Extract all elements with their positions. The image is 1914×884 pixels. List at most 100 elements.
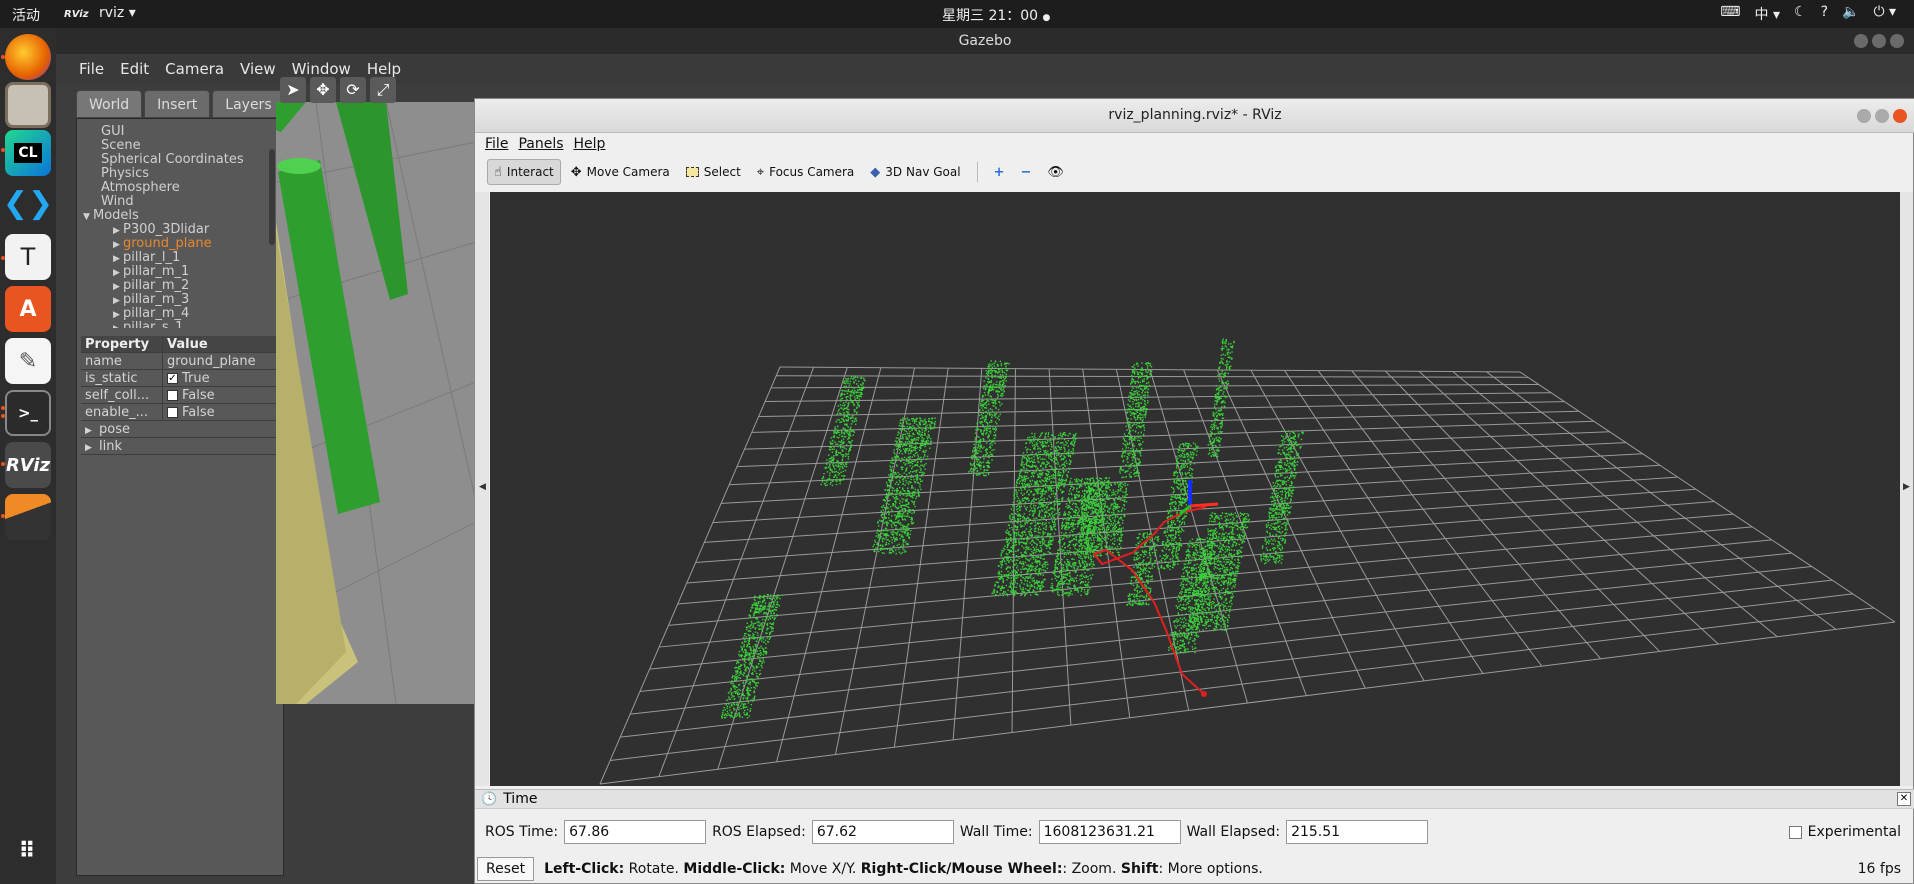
show-applications-icon[interactable]: ⠿ — [5, 828, 51, 874]
expand-closed-icon[interactable]: ▶ — [113, 294, 123, 308]
tab-insert[interactable]: Insert — [144, 90, 211, 118]
tree-item-selected[interactable]: ▶ ground_plane — [83, 237, 263, 251]
close-icon[interactable] — [1890, 34, 1904, 48]
property-row[interactable]: name ground_plane — [81, 353, 277, 370]
expand-open-icon[interactable]: ▼ — [83, 210, 93, 224]
experimental-checkbox[interactable] — [1788, 825, 1802, 839]
tree-scrollbar[interactable] — [269, 149, 275, 245]
property-group-link[interactable]: ▶ link — [81, 438, 277, 455]
property-row[interactable]: self_coll... False — [81, 387, 277, 404]
menu-file[interactable]: File — [485, 136, 508, 152]
ros-elapsed-field[interactable]: 67.62 — [811, 820, 954, 844]
expand-closed-icon[interactable]: ▶ — [113, 308, 123, 322]
right-dock-handle[interactable]: ▶ — [1899, 192, 1913, 786]
wall-elapsed-field[interactable]: 215.51 — [1286, 820, 1429, 844]
expand-closed-icon[interactable]: ▶ — [113, 280, 123, 294]
volume-icon[interactable]: 🔈 — [1842, 4, 1859, 24]
move-camera-button[interactable]: ✥ Move Camera — [565, 159, 676, 185]
wall-time-field[interactable]: 1608123631.21 — [1038, 820, 1181, 844]
add-tool-button[interactable]: + — [988, 159, 1011, 185]
tool-visibility-button[interactable]: 👁 — [1041, 159, 1070, 185]
tab-world[interactable]: World — [76, 90, 143, 118]
keyboard-icon[interactable]: ⌨ — [1720, 4, 1740, 24]
tree-item[interactable]: Spherical Coordinates — [83, 153, 263, 167]
tree-item-models[interactable]: ▼ Models — [83, 209, 263, 223]
tab-layers[interactable]: Layers — [212, 90, 285, 118]
nav-goal-button[interactable]: ◆ 3D Nav Goal — [864, 159, 966, 185]
activities-button[interactable]: 活动 — [12, 5, 40, 25]
focus-camera-button[interactable]: ⌖ Focus Camera — [751, 159, 861, 185]
power-icon[interactable]: ⏻ ▾ — [1873, 4, 1896, 24]
expand-closed-icon[interactable]: ▶ — [85, 440, 99, 457]
point-cloud-cluster — [872, 417, 937, 555]
checkbox-checked[interactable]: ✓ — [167, 372, 178, 384]
property-value: False — [182, 387, 215, 403]
rviz-icon[interactable]: RViz — [5, 442, 51, 488]
rviz-3d-view[interactable] — [490, 192, 1900, 786]
software-center-icon[interactable]: A — [5, 286, 51, 332]
tree-item[interactable]: Wind — [83, 195, 263, 209]
checkbox-unchecked[interactable] — [167, 406, 178, 418]
typora-icon[interactable]: T — [5, 234, 51, 280]
translate-icon[interactable]: ✥ — [310, 77, 336, 103]
left-dock-handle[interactable]: ◀ — [475, 192, 489, 786]
app-menu[interactable]: RViz rviz ▾ — [64, 5, 136, 21]
property-group-pose[interactable]: ▶ pose — [81, 421, 277, 438]
scale-icon[interactable]: ⤢ — [370, 77, 396, 103]
nav-goal-icon: ◆ — [870, 164, 881, 180]
experimental-toggle[interactable]: Experimental — [1788, 824, 1901, 840]
menu-view[interactable]: View — [240, 60, 276, 78]
tree-item[interactable]: ▶ pillar_m_3 — [83, 293, 263, 307]
expand-closed-icon[interactable]: ▶ — [113, 224, 123, 238]
terminal-icon[interactable]: >_ — [5, 390, 51, 436]
tree-item[interactable]: ▶ pillar_m_4 — [83, 307, 263, 321]
maximize-icon[interactable] — [1875, 109, 1889, 123]
minimize-icon[interactable] — [1854, 34, 1868, 48]
input-method-indicator[interactable]: 中 ▾ — [1755, 4, 1780, 24]
gazebo-3d-viewport[interactable] — [276, 102, 476, 704]
tree-item[interactable]: Atmosphere — [83, 181, 263, 195]
close-icon[interactable]: ✕ — [1897, 792, 1911, 806]
tree-item[interactable]: Physics — [83, 167, 263, 181]
vscode-icon[interactable]: ❮❯ — [3, 180, 53, 226]
menu-file[interactable]: File — [79, 60, 104, 78]
expand-closed-icon[interactable]: ▶ — [113, 266, 123, 280]
reset-button[interactable]: Reset — [477, 857, 535, 881]
checkbox-unchecked[interactable] — [167, 389, 178, 401]
tree-item[interactable]: ▶ pillar_l_1 — [83, 251, 263, 265]
tree-item[interactable]: GUI — [83, 125, 263, 139]
select-button[interactable]: Select — [680, 159, 747, 185]
interact-button[interactable]: ☝ Interact — [487, 159, 561, 185]
expand-closed-icon[interactable]: ▶ — [113, 238, 123, 252]
close-icon[interactable] — [1893, 109, 1907, 123]
clion-icon[interactable]: CL — [5, 130, 51, 176]
tree-item[interactable]: ▶ pillar_m_2 — [83, 279, 263, 293]
text-editor-icon[interactable]: ✎ — [5, 338, 51, 384]
property-value-cell: ✓ True — [163, 370, 277, 386]
ros-time-field[interactable]: 67.86 — [564, 820, 707, 844]
menu-edit[interactable]: Edit — [120, 60, 149, 78]
property-row[interactable]: is_static ✓ True — [81, 370, 277, 387]
menu-help[interactable]: Help — [574, 136, 606, 152]
remove-tool-button[interactable]: − — [1014, 159, 1037, 185]
property-row[interactable]: enable_... False — [81, 404, 277, 421]
accessibility-icon[interactable]: ? — [1821, 4, 1828, 24]
tree-item[interactable]: ▶ P300_3Dlidar — [83, 223, 263, 237]
expand-closed-icon[interactable]: ▶ — [113, 252, 123, 266]
gazebo-icon[interactable] — [5, 494, 51, 540]
night-light-icon[interactable]: ☾ — [1794, 4, 1807, 24]
files-icon[interactable] — [5, 82, 51, 128]
tree-item[interactable]: ▶ pillar_m_1 — [83, 265, 263, 279]
maximize-icon[interactable] — [1872, 34, 1886, 48]
menu-camera[interactable]: Camera — [165, 60, 224, 78]
tree-item-label: pillar_m_1 — [123, 264, 190, 279]
minimize-icon[interactable] — [1857, 109, 1871, 123]
tree-item[interactable]: ▶pillar_s_1 — [83, 321, 263, 328]
firefox-icon[interactable] — [5, 34, 51, 80]
rotate-icon[interactable]: ⟳ — [340, 77, 366, 103]
menu-panels[interactable]: Panels — [518, 136, 563, 152]
arrow-select-icon[interactable]: ➤ — [280, 77, 306, 103]
tree-item[interactable]: Scene — [83, 139, 263, 153]
clock[interactable]: 星期三 21：00 ● — [942, 5, 1050, 25]
expand-closed-icon[interactable]: ▶ — [113, 322, 123, 328]
